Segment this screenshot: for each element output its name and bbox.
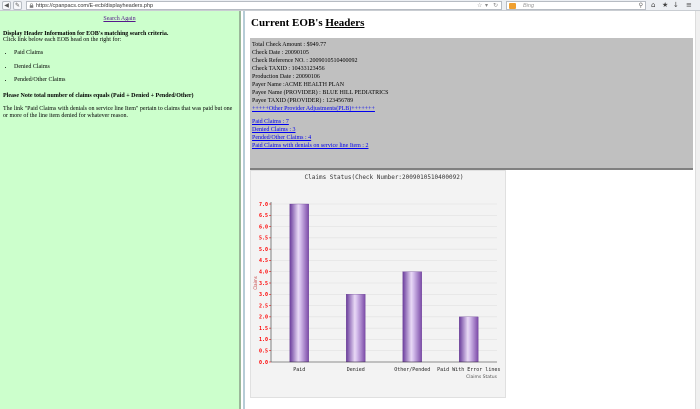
field-check-reference: Check Reference NO. : 2009010510400092 [252,58,358,64]
paid-with-denials-link[interactable]: Paid Claims with denials on service line… [252,143,368,149]
y-tick-label: 6.5 [259,213,268,219]
x-tick-label: Paid With Error lines [437,367,500,373]
home-icon[interactable]: ⌂ [651,1,655,10]
downloads-icon[interactable]: ↓ [673,1,679,10]
bookmarks-icon[interactable]: ★ [662,1,668,10]
field-check-taxid: Check TAXID : 10433123456 [252,66,325,72]
y-axis-ticks: 0.0 0.5 1.0 1.5 2.0 2.5 3.0 3.5 4.0 4.5 5.0 5.5 6.0 6… [259,202,271,366]
y-tick-label: 5.0 [259,247,268,253]
address-bar[interactable]: https://cpanpacs.com/E-ecb/displayheader… [26,1,502,10]
page-title: Current EOB's Headers [251,17,364,29]
search-icon[interactable]: ⚲ [639,2,643,10]
claim-types-list: Paid Claims Denied Claims Pended/Other C… [14,50,236,84]
field-payer-name: Payer Name :ACME HEALTH PLAN [252,82,345,88]
y-axis-label: Claims [253,276,258,289]
bar [459,316,479,363]
y-tick-label: 5.5 [259,236,268,242]
bookmark-star-icon[interactable]: ☆ [477,2,482,10]
y-tick-label: 4.5 [259,258,268,264]
y-tick-label: 1.5 [259,326,268,332]
field-total-check-amount: Total Check Amount : $949.77 [252,42,327,48]
back-icon[interactable]: ◀ [2,1,11,10]
y-tick-label: 6.0 [259,224,268,230]
x-tick-label: Paid [293,367,305,373]
dropdown-icon[interactable]: ▾ [485,2,488,10]
right-panel: Current EOB's Headers Total Check Amount… [243,11,700,409]
bar [402,271,422,363]
list-item-paid-claims: Paid Claims [14,50,236,57]
x-axis-label: Claims Status [466,374,498,380]
field-production-date: Production Date : 20090106 [252,74,320,80]
note-heading: Please Note total number of claims equal… [3,93,194,99]
search-again-link[interactable]: Search Again [3,16,236,22]
search-bar[interactable]: Bing ⚲ [506,1,646,10]
page-title-prefix: Current EOB's [251,17,326,29]
y-tick-label: 2.5 [259,303,268,309]
note-text: The link "Paid Claims with denials on se… [3,106,233,119]
tools-icon[interactable]: ✎ [13,1,22,10]
left-panel: Search Again Display Header Information … [0,11,241,409]
y-tick-label: 4.0 [259,270,268,276]
provider-adjustments-link[interactable]: +++++Other Provider Adjustments(PLB)++++… [252,106,375,112]
bar [289,203,309,363]
paid-claims-link[interactable]: Paid Claims : 7 [252,119,289,125]
x-axis-tick-labels: Paid Denied Other/Pended Paid With Error li… [293,367,500,373]
refresh-icon[interactable]: ↻ [493,2,498,10]
y-tick-label: 3.5 [259,281,268,287]
browser-toolbar: ◀ ✎ https://cpanpacs.com/E-ecb/displayhe… [0,0,700,11]
y-tick-label: 0.0 [259,360,268,366]
y-tick-label: 0.5 [259,349,268,355]
field-payee-name: Payee Name (PROVIDER) : BLUE HILL PEDIAT… [252,90,389,96]
y-tick-label: 7.0 [259,202,268,208]
y-tick-label: 3.0 [259,292,268,298]
url-text: https://cpanpacs.com/E-ecb/displayheader… [36,3,154,9]
eob-header-box: Total Check Amount : $949.77 Check Date … [250,38,693,169]
chart-svg: 0.0 0.5 1.0 1.5 2.0 2.5 3.0 3.5 4.0 4.5 5.0 5.5 6.0 6… [253,174,500,380]
list-item-denied-claims: Denied Claims [14,64,236,71]
x-tick-label: Other/Pended [394,367,430,373]
scrollbar[interactable] [695,11,700,409]
field-payee-taxid: Payee TAXID (PROVIDER) : 123456789 [252,98,354,104]
x-tick-label: Denied [347,367,365,373]
list-item-pended-claims: Pended/Other Claims [14,77,236,84]
pended-claims-link[interactable]: Pended/Other Claims : 4 [252,135,311,141]
bing-logo-icon [509,3,516,9]
bar [346,294,366,363]
y-tick-label: 2.0 [259,315,268,321]
page-title-headers: Headers [325,17,365,29]
search-input[interactable]: Bing [523,2,534,10]
y-tick-label: 1.0 [259,337,268,343]
denied-claims-link[interactable]: Denied Claims : 3 [252,127,296,133]
menu-icon[interactable]: ≡ [686,1,692,10]
claims-status-chart: 0.0 0.5 1.0 1.5 2.0 2.5 3.0 3.5 4.0 4.5 5.0 5.5 6.0 6… [250,170,506,398]
field-check-date: Check Date : 20090105 [252,50,309,56]
lock-icon [29,3,34,8]
left-panel-instruction: Click link below each EOB head on the ri… [3,37,122,43]
chart-title: Claims Status(Check Number:2009010510400… [305,174,464,181]
